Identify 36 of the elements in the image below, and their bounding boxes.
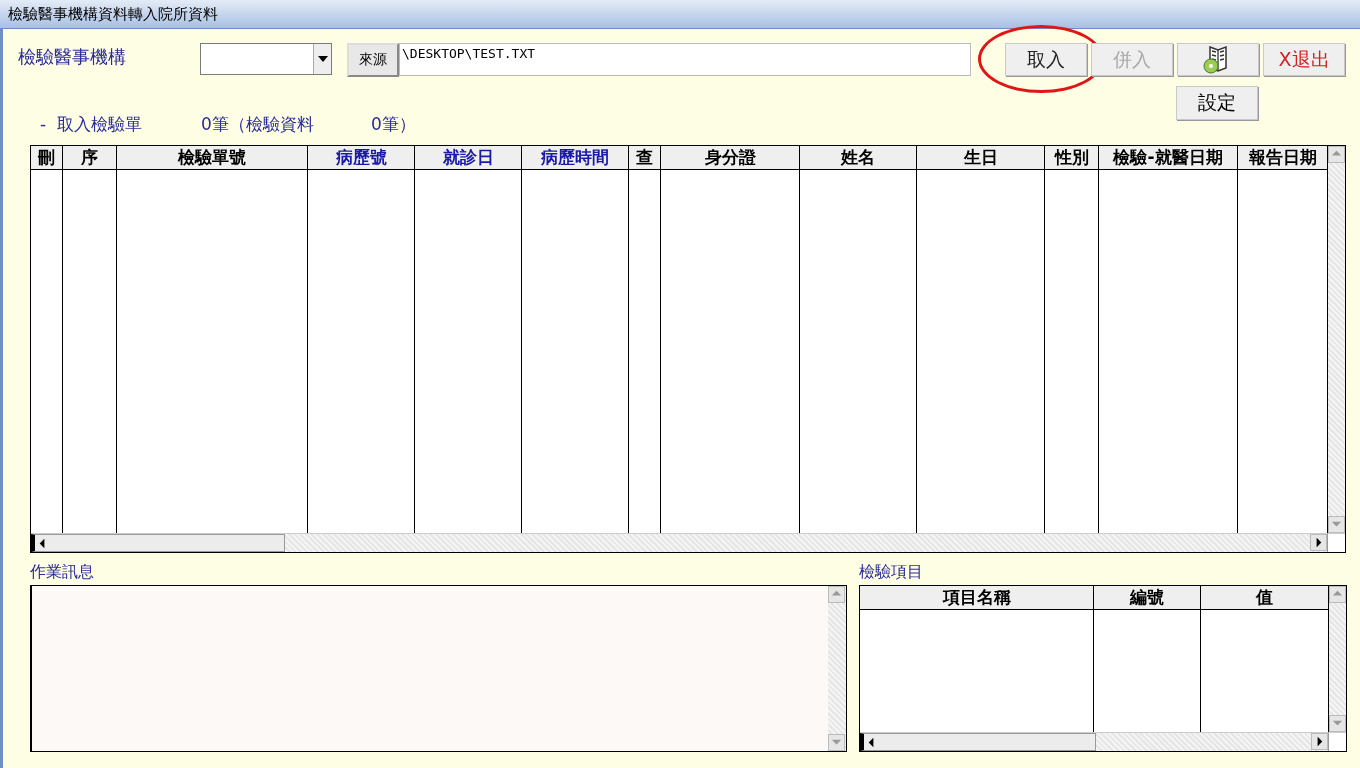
message-label: 作業訊息: [30, 561, 95, 583]
column-header: 病歷時間: [522, 146, 629, 169]
summary-text: - 取入檢驗單: [40, 112, 143, 136]
column-header: 檢驗單號: [117, 146, 308, 169]
horizontal-scrollbar[interactable]: [860, 732, 1328, 751]
horizontal-scrollbar[interactable]: [31, 533, 1327, 552]
dropdown-arrow-icon: [317, 56, 328, 62]
institution-dropdown[interactable]: [200, 43, 332, 75]
items-label: 檢驗項目: [859, 561, 924, 583]
column-header: 性別: [1045, 146, 1099, 169]
column-header: 檢驗-就醫日期: [1099, 146, 1238, 169]
column-header: 病歷號: [308, 146, 415, 169]
column-header: 查: [629, 146, 661, 169]
settings-button[interactable]: 設定: [1176, 86, 1258, 120]
column-header: 值: [1201, 586, 1329, 609]
column-header: 編號: [1094, 586, 1201, 609]
summary-text: 0筆）: [371, 112, 416, 136]
exit-button[interactable]: X退出: [1263, 43, 1345, 76]
column-header: 身分證: [661, 146, 800, 169]
toolbar-button[interactable]: [1177, 43, 1259, 76]
summary-text: 0筆（檢驗資料: [201, 112, 315, 136]
column-header: 項目名稱: [860, 586, 1094, 609]
column-header: 報告日期: [1238, 146, 1328, 169]
path-field[interactable]: \DESKTOP\TEST.TXT: [399, 43, 971, 76]
source-button[interactable]: 來源: [347, 43, 399, 77]
window-title: 檢驗醫事機構資料轉入院所資料: [8, 4, 218, 24]
column-header: 姓名: [800, 146, 917, 169]
toolbar-button[interactable]: 取入: [1005, 43, 1087, 76]
column-header: 就診日: [415, 146, 522, 169]
vertical-scrollbar[interactable]: [1329, 586, 1346, 732]
column-header: 生日: [917, 146, 1045, 169]
column-header: 刪: [31, 146, 63, 169]
column-header: 序: [63, 146, 117, 169]
vertical-scrollbar[interactable]: [828, 586, 846, 751]
institution-label: 檢驗醫事機構: [18, 45, 127, 69]
vertical-scrollbar[interactable]: [1328, 146, 1345, 533]
